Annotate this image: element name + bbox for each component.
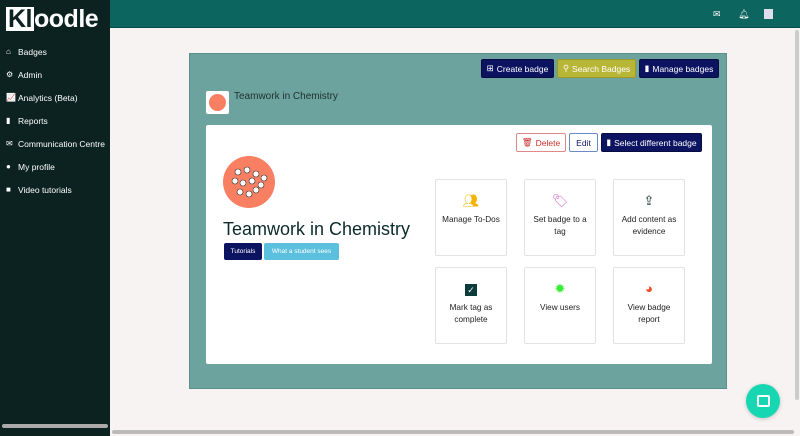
user-avatar-icon[interactable]: [764, 9, 773, 19]
tile-label: View badge report: [627, 303, 671, 324]
search-icon: ⚲: [562, 63, 570, 73]
header-title: Teamwork in Chemistry: [234, 91, 338, 102]
tile-label: Add content as evidence: [621, 215, 677, 236]
sidebar: Kloodle ⌂ Badges ⚙ Admin 📈 Analytics (Beta)…: [0, 0, 110, 436]
sidebar-item-badges[interactable]: ⌂ Badges: [0, 40, 110, 63]
envelope-icon: ✉: [6, 139, 13, 148]
users-icon: 👥︎: [462, 193, 480, 208]
tile-manage-todos[interactable]: 👥︎ Manage To-Dos: [435, 179, 507, 256]
chat-launcher-button[interactable]: [746, 384, 780, 418]
home-icon: ⌂: [6, 47, 11, 56]
tags-icon: 🏷︎: [551, 193, 569, 208]
horizontal-scrollbar[interactable]: [112, 430, 794, 434]
vertical-scrollbar[interactable]: [795, 30, 799, 400]
check-square-icon: ✓: [436, 281, 506, 297]
clipboard-icon: ▮: [606, 137, 612, 147]
tile-add-content[interactable]: ⇪ Add content as evidence: [613, 179, 685, 256]
trash-icon: 🗑︎: [521, 137, 533, 147]
button-label: Search Badges: [572, 63, 631, 74]
tile-set-badge-tag[interactable]: 🏷︎ Set badge to a tag: [524, 179, 596, 256]
sidebar-item-video-tutorials[interactable]: ■ Video tutorials: [0, 178, 110, 201]
button-label: Manage badges: [652, 63, 714, 74]
edit-button[interactable]: Edit: [569, 133, 598, 152]
sidebar-item-label: My profile: [18, 161, 55, 172]
file-icon: ▮: [6, 116, 11, 125]
badge-title: Teamwork in Chemistry: [223, 219, 411, 239]
pie-chart-icon: ◕: [645, 281, 653, 296]
tile-label: Mark tag as complete: [449, 303, 493, 324]
user-icon: ●: [6, 162, 11, 171]
top-bar: ✉ 🔔︎: [110, 0, 800, 28]
select-different-badge-button[interactable]: ▮ Select different badge: [601, 133, 702, 152]
button-label: Create badge: [496, 63, 549, 74]
tile-mark-complete[interactable]: ✓ Mark tag as complete: [435, 267, 507, 344]
badge-panel: ⊞ Create badge ⚲ Search Badges ▮ Manage bad…: [189, 53, 727, 389]
upload-icon: ⇪: [643, 193, 655, 208]
tile-label: View users: [540, 303, 580, 312]
sidebar-item-label: Communication Centre: [18, 138, 105, 149]
search-badges-button[interactable]: ⚲ Search Badges: [557, 59, 636, 78]
envelope-icon[interactable]: ✉: [713, 9, 721, 20]
sidebar-item-reports[interactable]: ▮ Reports: [0, 109, 110, 132]
delete-button[interactable]: 🗑︎ Delete: [516, 133, 566, 152]
sidebar-item-label: Analytics (Beta): [18, 92, 78, 103]
badge-image: [223, 156, 275, 208]
chat-icon: [756, 395, 770, 407]
video-icon: ■: [6, 185, 11, 194]
tile-badge-report[interactable]: ◕ View badge report: [613, 267, 685, 344]
manage-badges-button[interactable]: ▮ Manage badges: [639, 59, 719, 78]
sidebar-scrollbar[interactable]: [2, 424, 108, 428]
sidebar-item-analytics[interactable]: 📈 Analytics (Beta): [0, 86, 110, 109]
tile-view-users[interactable]: ✹ View users: [524, 267, 596, 344]
certificate-icon: ✹: [554, 281, 566, 296]
cogs-icon: ⚙: [6, 70, 14, 79]
tile-label: Set badge to a tag: [533, 215, 587, 236]
sidebar-item-label: Reports: [18, 115, 48, 126]
sidebar-item-communication[interactable]: ✉ Communication Centre: [0, 132, 110, 155]
kloodle-logo[interactable]: Kloodle: [6, 5, 99, 34]
sidebar-item-profile[interactable]: ● My profile: [0, 155, 110, 178]
create-badge-button[interactable]: ⊞ Create badge: [481, 59, 554, 78]
button-label: Edit: [576, 137, 591, 148]
sidebar-item-admin[interactable]: ⚙ Admin: [0, 63, 110, 86]
button-label: Select different badge: [614, 137, 697, 148]
badge-thumbnail: [206, 91, 229, 114]
clipboard-icon: ▮: [644, 63, 650, 73]
student-view-button[interactable]: What a student sees: [264, 243, 339, 260]
button-label: Delete: [535, 137, 561, 148]
sidebar-item-label: Admin: [18, 69, 43, 80]
tile-label: Manage To-Dos: [442, 215, 500, 224]
sidebar-item-label: Video tutorials: [18, 184, 72, 195]
sidebar-nav: ⌂ Badges ⚙ Admin 📈 Analytics (Beta) ▮ Report…: [0, 40, 110, 201]
chart-icon: 📈: [6, 93, 16, 102]
badge-card: 🗑︎ Delete Edit ▮ Select different badge Te…: [206, 125, 712, 364]
plus-square-icon: ⊞: [486, 63, 494, 73]
bell-icon[interactable]: 🔔︎: [738, 9, 749, 20]
sidebar-item-label: Badges: [18, 46, 47, 57]
tutorials-button[interactable]: Tutorials: [224, 243, 262, 260]
